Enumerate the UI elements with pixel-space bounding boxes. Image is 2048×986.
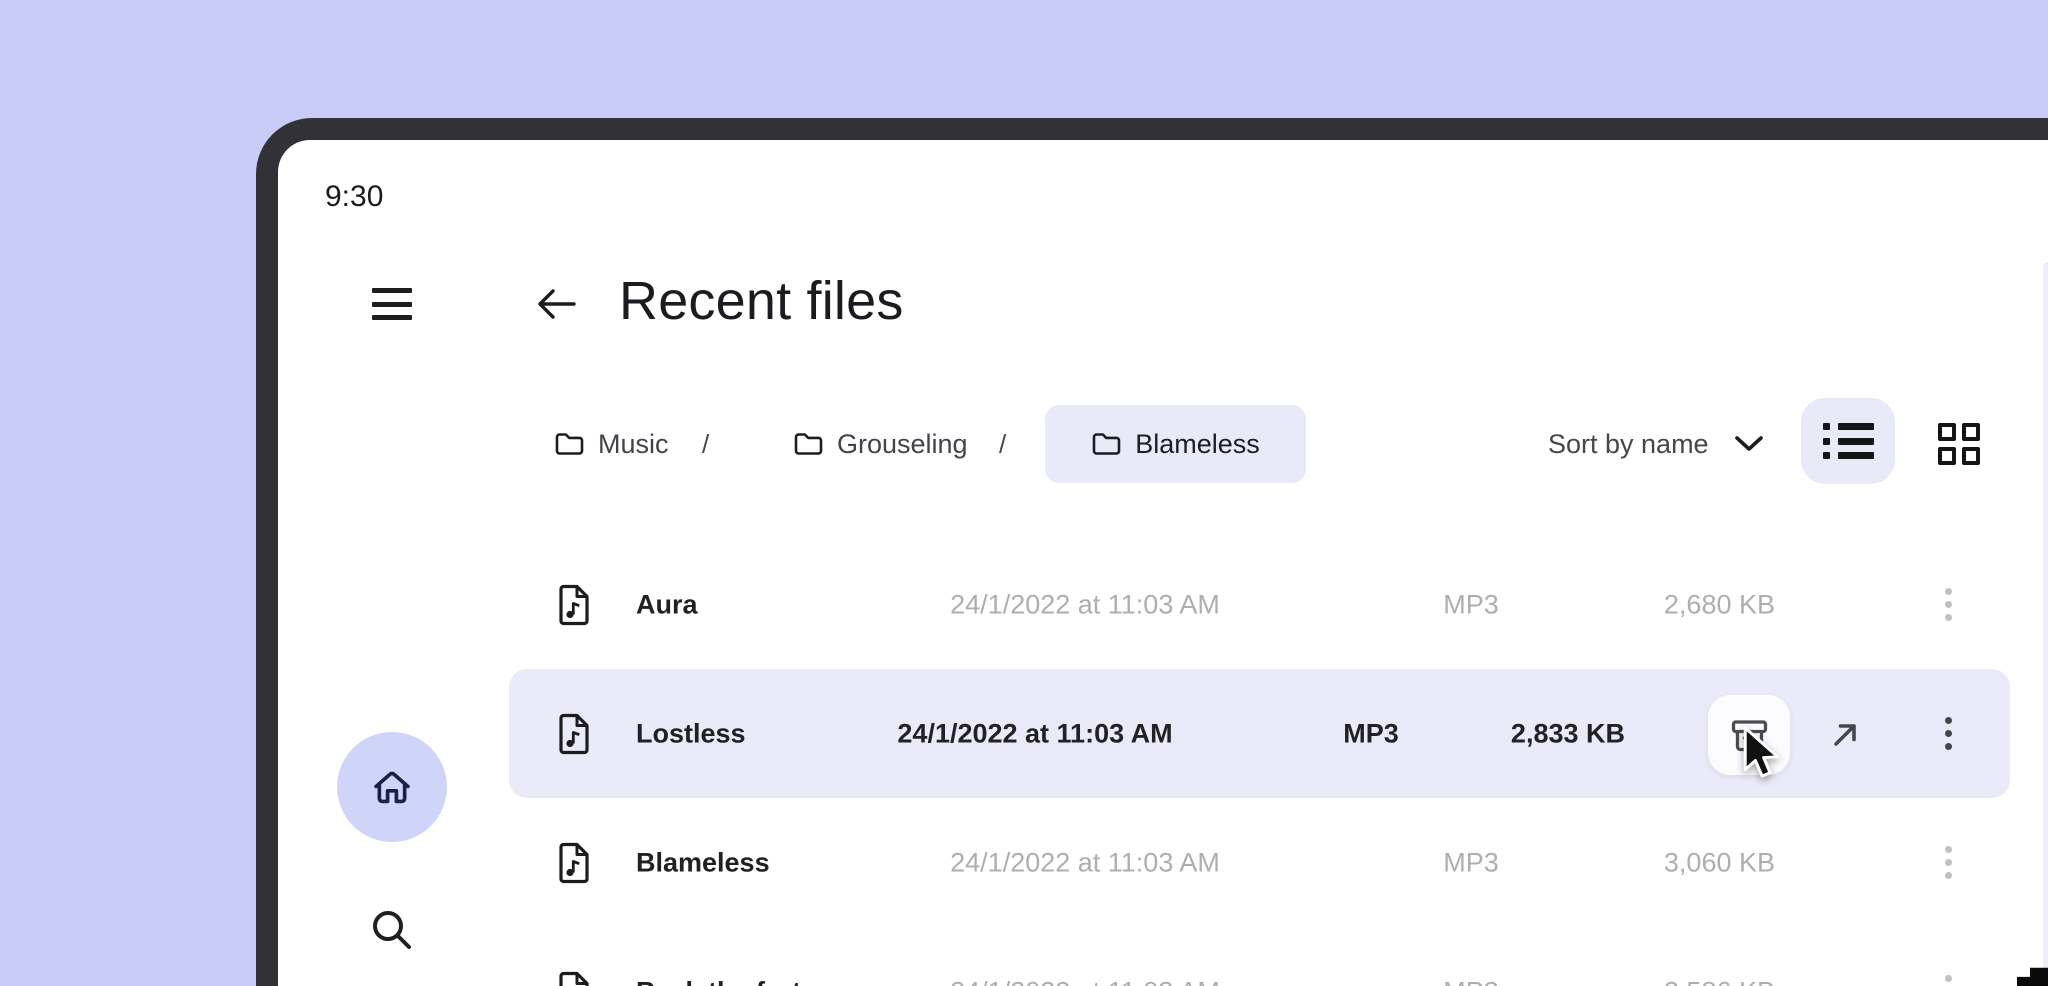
more-options-icon (1945, 730, 1952, 737)
grid-view-icon (1938, 447, 1956, 465)
menu-icon[interactable] (372, 288, 412, 320)
grid-view-button[interactable] (1938, 423, 1980, 465)
more-options-icon (1945, 743, 1952, 750)
page-title: Recent files (619, 270, 904, 332)
menu-bar (372, 288, 412, 293)
file-row[interactable]: Lostless 24/1/2022 at 11:03 AM MP3 2,833… (509, 669, 2010, 798)
list-view-icon (1823, 423, 1874, 459)
open-arrow-icon[interactable] (1828, 718, 1862, 752)
file-name: Blameless (636, 847, 770, 878)
more-options-button[interactable] (1939, 669, 1957, 798)
screenshot-stage: 9:30 Recent files Music / Grouseling / B… (0, 0, 2048, 986)
file-type: MP3 (1411, 589, 1531, 620)
breadcrumb-separator: / (999, 405, 1006, 483)
audio-file-icon (558, 842, 590, 884)
folder-icon (554, 431, 584, 457)
file-row[interactable]: Blameless 24/1/2022 at 11:03 AM MP3 3,06… (509, 798, 2010, 927)
menu-bar (372, 315, 412, 320)
file-date: 24/1/2022 at 11:03 AM (937, 589, 1233, 620)
back-arrow-icon[interactable] (534, 284, 578, 324)
breadcrumb-item-music[interactable]: Music (554, 405, 669, 483)
more-options-button[interactable] (1939, 798, 1957, 927)
list-view-button[interactable] (1801, 398, 1895, 484)
more-options-button[interactable] (1939, 540, 1957, 669)
folder-icon (793, 431, 823, 457)
breadcrumb-label: Blameless (1135, 429, 1260, 460)
status-bar-clock: 9:30 (325, 180, 383, 214)
audio-file-icon (558, 584, 590, 626)
back-arrow-glyph (534, 284, 578, 324)
grid-view-icon (1962, 423, 1980, 441)
breadcrumb-item-grouseling[interactable]: Grouseling (793, 405, 968, 483)
search-icon (368, 906, 416, 954)
sort-dropdown[interactable]: Sort by name (1548, 405, 1765, 483)
more-options-button[interactable] (1939, 927, 1957, 986)
sort-label: Sort by name (1548, 429, 1709, 460)
more-options-icon (1945, 717, 1952, 724)
file-type: MP3 (1411, 976, 1531, 986)
audio-file-icon (558, 971, 590, 986)
row-actions (509, 669, 2010, 798)
file-date: 24/1/2022 at 11:03 AM (937, 976, 1233, 986)
more-options-icon (1945, 614, 1952, 621)
file-row[interactable]: Back the fort 24/1/2022 at 11:03 AM MP3 … (509, 927, 2010, 986)
home-icon (370, 766, 414, 808)
breadcrumb-separator: / (702, 405, 709, 483)
more-options-icon (1945, 975, 1952, 982)
breadcrumb-label: Music (598, 429, 669, 460)
file-row[interactable]: Aura 24/1/2022 at 11:03 AM MP3 2,680 KB (509, 540, 2010, 669)
file-date: 24/1/2022 at 11:03 AM (937, 847, 1233, 878)
file-size: 3,060 KB (1609, 847, 1775, 878)
file-name: Aura (636, 589, 698, 620)
grid-view-icon (1938, 423, 1956, 441)
archive-button[interactable] (1708, 695, 1790, 775)
chevron-down-icon (1733, 435, 1765, 453)
side-panel-edge (2043, 262, 2048, 986)
file-size: 2,680 KB (1609, 589, 1775, 620)
home-button[interactable] (337, 732, 447, 842)
folder-icon (1091, 431, 1121, 457)
more-options-icon (1945, 846, 1952, 853)
file-type: MP3 (1411, 847, 1531, 878)
archive-icon (1731, 718, 1768, 753)
menu-bar (372, 302, 412, 307)
grid-view-icon (1962, 447, 1980, 465)
breadcrumb-label: Grouseling (837, 429, 968, 460)
more-options-icon (1945, 872, 1952, 879)
more-options-icon (1945, 601, 1952, 608)
more-options-icon (1945, 859, 1952, 866)
more-options-icon (1945, 588, 1952, 595)
search-button[interactable] (368, 906, 416, 954)
breadcrumb-item-blameless-current[interactable]: Blameless (1045, 405, 1306, 483)
file-size: 2,586 KB (1609, 976, 1775, 986)
file-name: Back the fort (636, 976, 801, 986)
